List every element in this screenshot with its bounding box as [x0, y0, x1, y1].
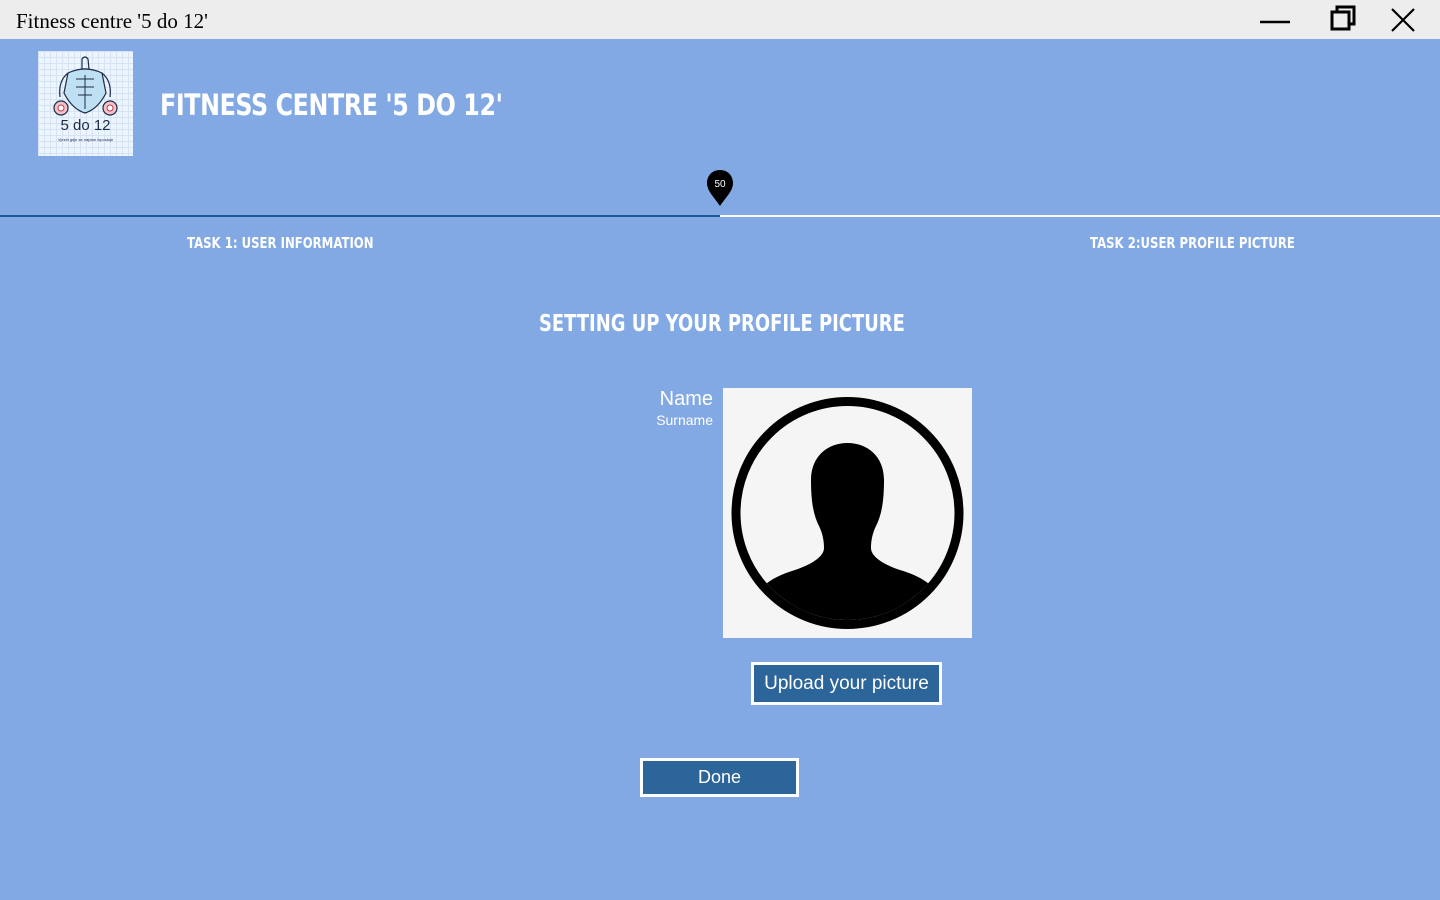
- task-2-label: TASK 2:USER PROFILE PICTURE: [1090, 234, 1295, 252]
- minimize-button[interactable]: [1246, 0, 1306, 39]
- task-1-label: TASK 1: USER INFORMATION: [187, 234, 374, 252]
- upload-picture-button[interactable]: Upload your picture: [751, 662, 942, 705]
- app-logo: 5 do 12 Vjezbi gdje se najvise ispostuje: [38, 51, 133, 156]
- logo-tagline: Vjezbi gdje se najvise ispostuje: [57, 137, 114, 142]
- done-button[interactable]: Done: [640, 758, 799, 797]
- progress-fill: [0, 215, 720, 217]
- close-button[interactable]: [1373, 0, 1433, 39]
- window-titlebar: Fitness centre '5 do 12': [0, 0, 1440, 39]
- user-surname: Surname: [656, 412, 713, 428]
- logo-text: 5 do 12: [60, 117, 111, 134]
- close-icon: [1391, 8, 1415, 32]
- user-silhouette-icon: [731, 397, 964, 629]
- profile-picture: [723, 388, 972, 638]
- page-heading: SETTING UP YOUR PROFILE PICTURE: [539, 311, 905, 337]
- minimize-icon: [1260, 20, 1290, 24]
- app-title: Fitness centre '5 do 12': [160, 88, 503, 122]
- progress-label: 50: [714, 179, 726, 190]
- user-name: Name: [659, 388, 713, 410]
- window-title: Fitness centre '5 do 12': [16, 9, 208, 33]
- progress-value: 50: [706, 169, 734, 207]
- restore-button[interactable]: [1314, 0, 1374, 39]
- progress-bar: [0, 215, 1440, 217]
- restore-icon: [1330, 5, 1356, 31]
- bodybuilder-icon: [53, 56, 118, 116]
